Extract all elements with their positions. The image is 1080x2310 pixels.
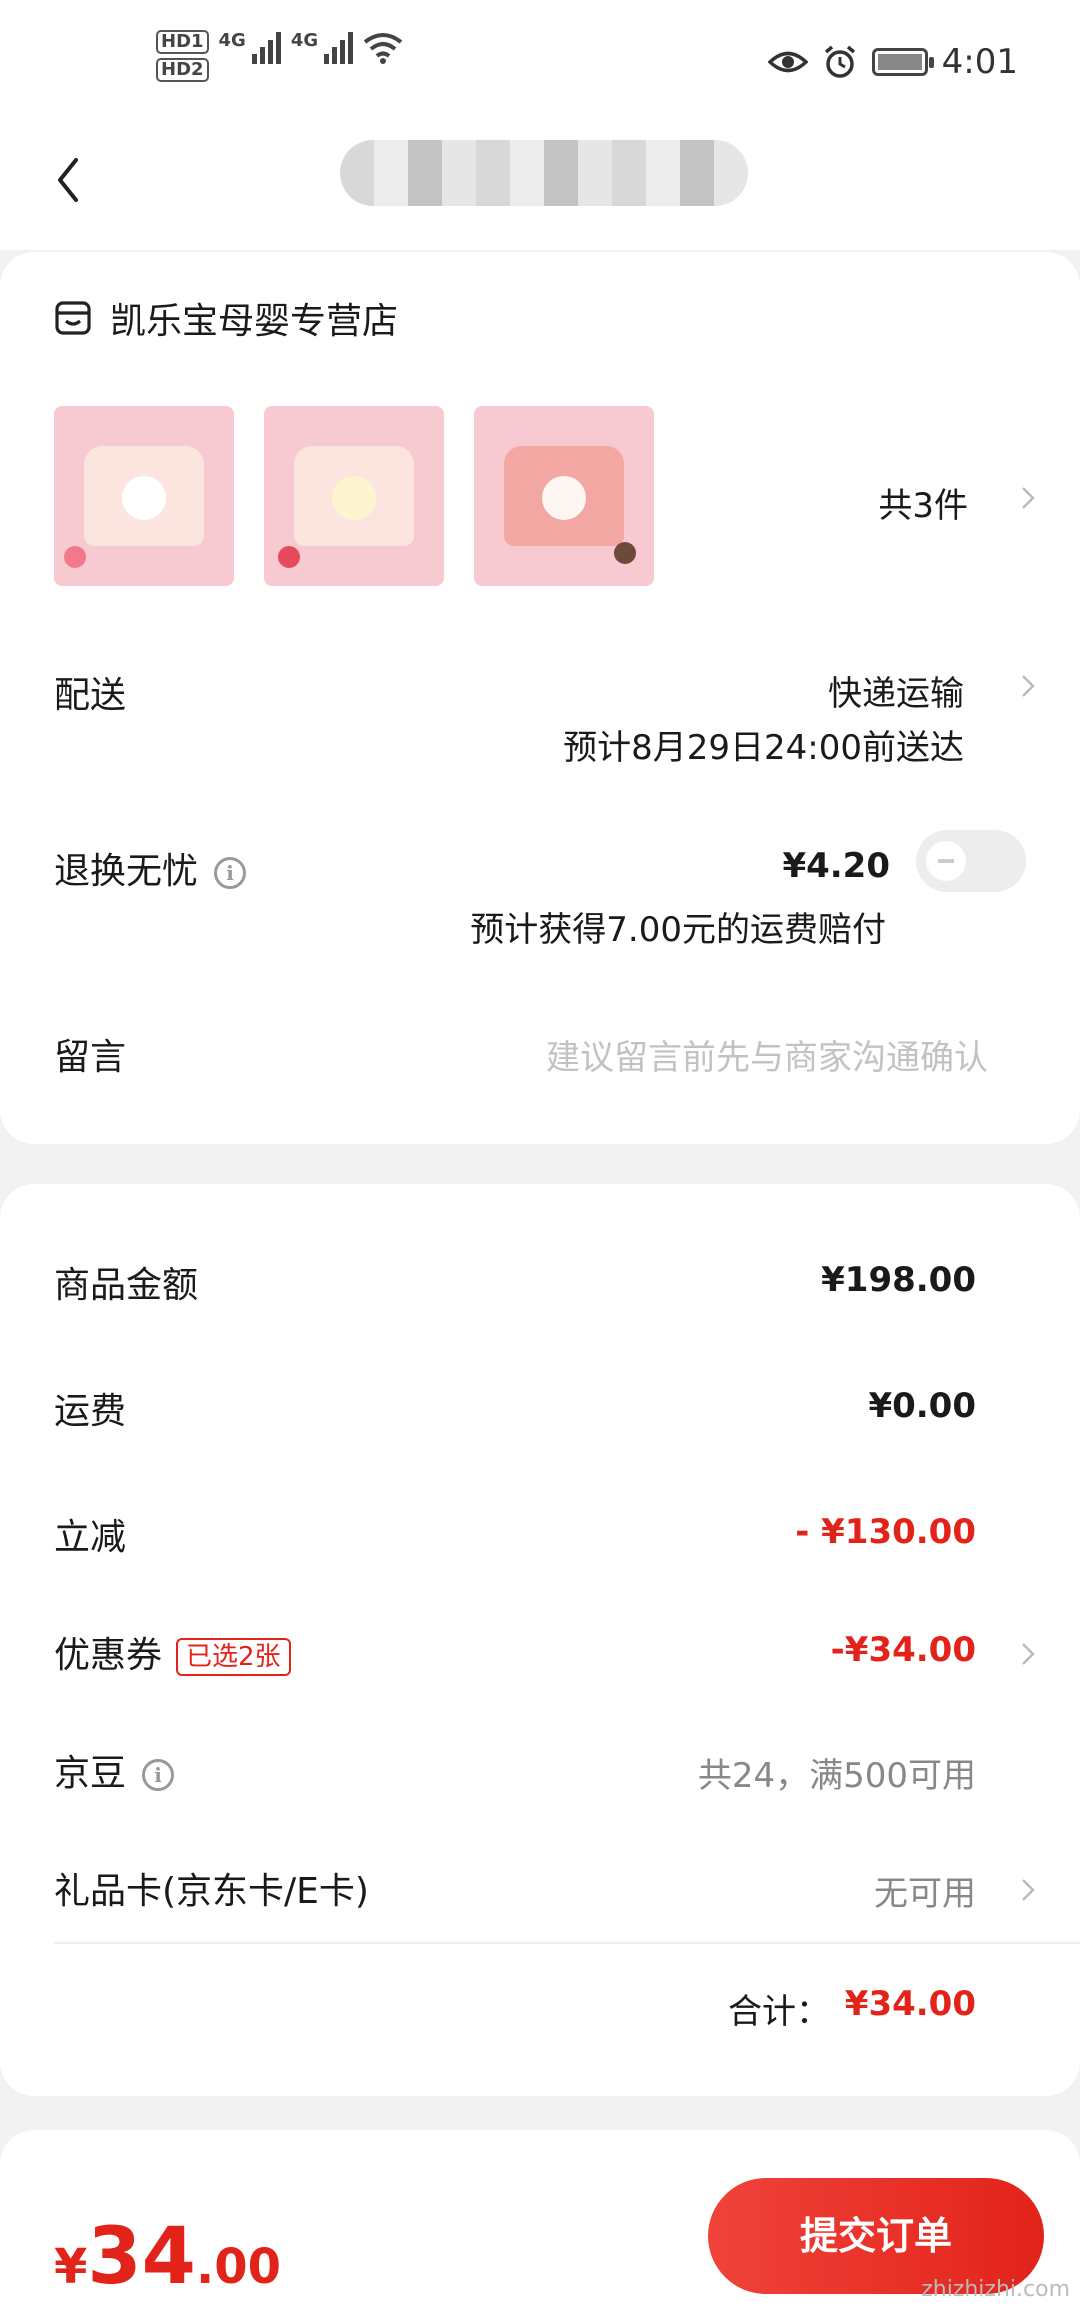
chevron-right-icon[interactable]	[1020, 484, 1036, 512]
network-type-1: 4G	[218, 30, 246, 51]
currency-symbol: ¥	[54, 2239, 88, 2295]
giftcard-label: 礼品卡(京东卡/E卡)	[54, 1871, 369, 1912]
order-card: 凯乐宝母婴专营店 共3件 配送 快递运输 预计8月29日24:00前送达 退换无…	[0, 252, 1080, 1144]
status-bar: HD1 HD2 4G 4G 4:01	[0, 0, 1080, 120]
coupon-tag: 已选2张	[176, 1638, 291, 1676]
coupon-value[interactable]: -¥34.00	[831, 1630, 976, 1670]
sim1-badge: HD1	[156, 30, 209, 54]
delivery-method[interactable]: 快递运输	[828, 666, 964, 715]
product-thumbnail[interactable]	[264, 406, 444, 586]
coupon-row[interactable]: 优惠券 已选2张	[54, 1626, 291, 1678]
shipping-label: 运费	[54, 1391, 127, 1432]
eye-icon	[767, 51, 808, 73]
decoration	[278, 546, 300, 568]
chevron-right-icon[interactable]	[1020, 1640, 1036, 1668]
total-value: ¥34.00	[844, 1984, 976, 2024]
info-icon[interactable]: i	[142, 1759, 175, 1791]
item-count[interactable]: 共3件	[878, 478, 968, 527]
nav-bar	[0, 120, 1080, 250]
store-icon	[55, 301, 91, 335]
battery-icon	[871, 48, 934, 76]
decoration	[614, 542, 636, 564]
product-thumbnails[interactable]	[54, 406, 654, 586]
info-icon[interactable]: i	[214, 857, 247, 889]
product-thumbnail[interactable]	[474, 406, 654, 586]
watermark: zhizhizhi.com	[921, 2277, 1070, 2302]
signal-bars-icon	[324, 30, 354, 64]
shipping-value: ¥0.00	[868, 1386, 976, 1426]
shirt-image	[84, 446, 204, 546]
message-label: 留言	[54, 1037, 127, 1078]
chevron-right-icon[interactable]	[1020, 672, 1036, 700]
divider	[54, 1942, 1080, 1944]
discount-label: 立减	[54, 1517, 127, 1558]
delivery-label: 配送	[54, 675, 127, 716]
signal-group: HD1 HD2 4G 4G	[156, 30, 403, 82]
discount-value: - ¥130.00	[795, 1512, 976, 1552]
goods-amount-label: 商品金额	[54, 1265, 199, 1306]
sim-badges: HD1 HD2	[156, 30, 209, 82]
store-header[interactable]: 凯乐宝母婴专营店	[54, 292, 398, 344]
beans-value: 共24，满500可用	[697, 1756, 976, 1796]
product-thumbnail[interactable]	[54, 406, 234, 586]
network-type-2: 4G	[290, 30, 319, 51]
footer-price: ¥34.00	[54, 2212, 281, 2302]
beans-label: 京豆	[54, 1753, 127, 1794]
message-input[interactable]: 建议留言前先与商家沟通确认	[546, 1030, 988, 1079]
store-name: 凯乐宝母婴专营店	[110, 301, 399, 342]
price-integer: 34	[87, 2212, 196, 2302]
status-right: 4:01	[767, 42, 1018, 82]
goods-amount-value: ¥198.00	[821, 1260, 976, 1300]
returns-label-text: 退换无忧	[54, 851, 199, 892]
chevron-right-icon[interactable]	[1020, 1876, 1036, 1904]
page-title-redacted	[340, 140, 748, 206]
price-decimal: .00	[195, 2239, 281, 2295]
returns-label: 退换无忧 i	[54, 842, 247, 894]
wifi-icon	[363, 33, 403, 64]
giftcard-value[interactable]: 无可用	[874, 1866, 976, 1915]
shirt-image	[294, 446, 414, 546]
coupon-label: 优惠券	[54, 1635, 163, 1676]
delivery-eta: 预计8月29日24:00前送达	[563, 728, 964, 768]
returns-toggle[interactable]	[916, 830, 1026, 892]
decoration	[64, 546, 86, 568]
chevron-left-icon[interactable]	[48, 150, 88, 210]
signal-bars-icon	[251, 30, 281, 64]
sim2-badge: HD2	[156, 58, 209, 82]
toggle-knob	[926, 841, 966, 881]
total-label: 合计：	[728, 1992, 830, 2032]
clock: 4:01	[941, 42, 1018, 82]
returns-price: ¥4.20	[782, 846, 890, 886]
alarm-icon	[824, 45, 855, 78]
beans-row: 京豆 i	[54, 1744, 175, 1796]
returns-note: 预计获得7.00元的运费赔付	[470, 910, 886, 950]
shirt-image	[504, 446, 624, 546]
